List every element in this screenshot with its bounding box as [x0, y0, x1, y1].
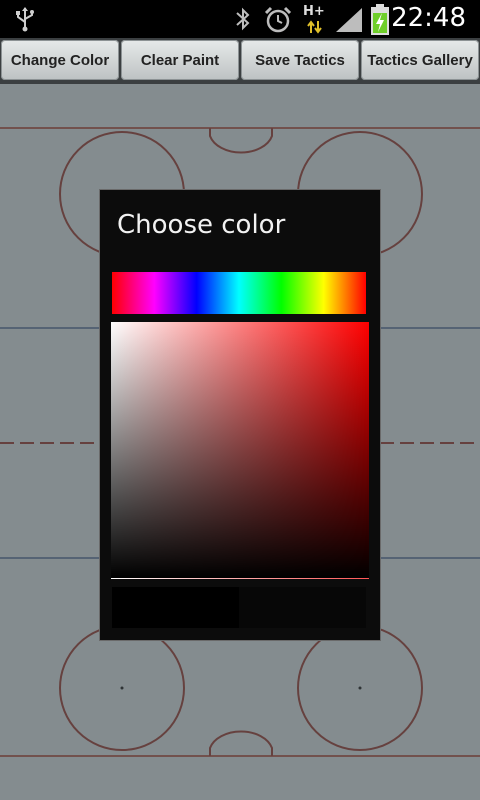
transfer-arrows-icon [307, 20, 322, 34]
bluetooth-icon [236, 7, 250, 31]
new-color-swatch[interactable] [239, 587, 366, 628]
clock: 22:48 [391, 3, 466, 33]
status-bar: H+ 22:48 [0, 0, 480, 38]
data-transfer-icon: H+ [303, 4, 325, 34]
network-type-label: H+ [303, 4, 325, 19]
tactics-gallery-button[interactable]: Tactics Gallery [361, 40, 479, 80]
choose-color-dialog: Choose color [99, 189, 381, 641]
usb-icon [16, 7, 34, 32]
signal-icon [336, 8, 362, 32]
old-color-swatch[interactable] [112, 587, 239, 628]
alarm-icon [264, 6, 292, 33]
dialog-title: Choose color [117, 210, 286, 240]
battery-charging-icon [371, 4, 389, 35]
saturation-value-picker[interactable] [111, 322, 369, 578]
clear-paint-button[interactable]: Clear Paint [121, 40, 239, 80]
hue-slider[interactable] [112, 272, 366, 314]
picker-divider [111, 578, 369, 579]
change-color-button[interactable]: Change Color [1, 40, 119, 80]
toolbar: Change Color Clear Paint Save Tactics Ta… [0, 38, 480, 84]
save-tactics-button[interactable]: Save Tactics [241, 40, 359, 80]
